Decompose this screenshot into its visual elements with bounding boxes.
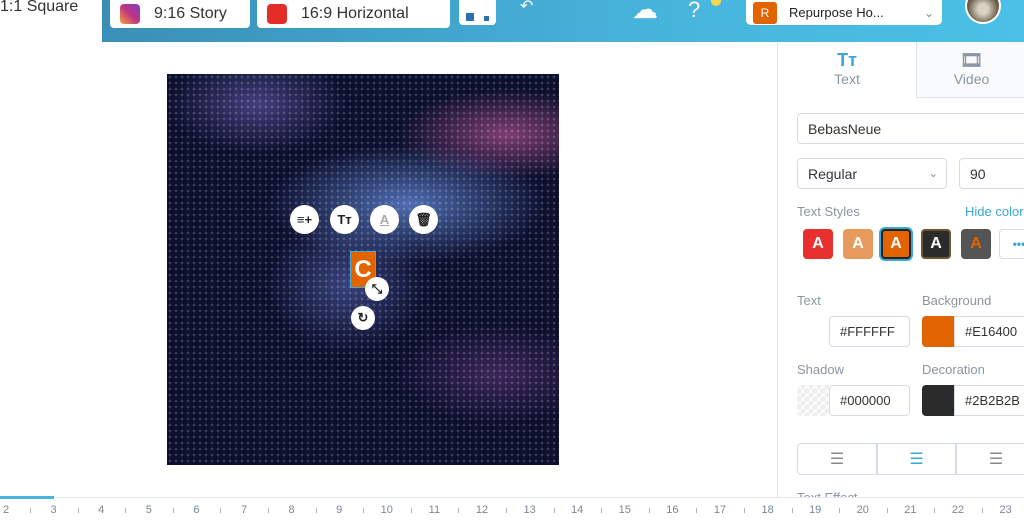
- text-style-red[interactable]: A: [803, 229, 833, 259]
- font-weight-select[interactable]: Regular ⌄: [797, 158, 947, 189]
- ruler-tick: [506, 508, 507, 513]
- ruler-tick: [601, 508, 603, 513]
- align-left-button[interactable]: ☰: [797, 443, 877, 475]
- ruler-tick: [553, 508, 555, 513]
- project-avatar: R: [753, 1, 777, 24]
- ruler-label: 2: [2, 504, 10, 516]
- ruler-label: 20: [856, 504, 869, 516]
- background-swatch[interactable]: [922, 316, 954, 347]
- decoration-swatch[interactable]: [922, 385, 954, 416]
- help-icon[interactable]: ?: [688, 0, 700, 23]
- ruler-label: 23: [999, 504, 1012, 516]
- ruler-label: 22: [951, 504, 965, 516]
- playhead-progress: [0, 496, 54, 499]
- ruler-label: 3: [50, 504, 57, 516]
- ruler-tick: [791, 508, 793, 513]
- text-color-label: Text: [797, 293, 821, 308]
- ruler-tick: [839, 508, 841, 513]
- ruler-tick: [458, 508, 460, 513]
- align-center-button[interactable]: ☰: [877, 443, 956, 475]
- ruler-label: 21: [904, 504, 917, 516]
- ruler-label: 6: [193, 504, 200, 516]
- ruler-label: 4: [98, 504, 105, 516]
- text-style-dark[interactable]: A: [921, 229, 951, 259]
- text-style-transparent[interactable]: A: [961, 229, 991, 259]
- ruler-label: 18: [761, 504, 774, 516]
- ruler-tick: [30, 508, 31, 513]
- project-selector[interactable]: R Repurpose Ho... ⌄: [746, 0, 942, 25]
- decoration-label: Decoration: [922, 362, 985, 377]
- tab-1-1-square[interactable]: 1:1 Square: [0, 0, 78, 16]
- text-styles-label: Text Styles: [797, 204, 860, 219]
- ruler-tick: [363, 508, 365, 513]
- hide-colors-link[interactable]: Hide colors: [965, 204, 1024, 219]
- rotate-icon[interactable]: ↻: [351, 306, 375, 330]
- ruler-tick: [125, 508, 127, 513]
- text-style-orange-selected[interactable]: A: [881, 229, 911, 259]
- ruler-tick: [410, 508, 412, 513]
- background-label: Background: [922, 293, 992, 308]
- ruler-label: 13: [523, 504, 536, 516]
- fit-screen-button[interactable]: [459, 0, 496, 25]
- ruler-label: 19: [809, 504, 822, 516]
- ruler-tick: [886, 508, 888, 513]
- ruler-label: 16: [666, 504, 679, 516]
- ruler-tick: [77, 508, 79, 513]
- ruler-label: 5: [145, 504, 152, 516]
- ruler-tick: [696, 508, 698, 513]
- ruler-label: 17: [713, 504, 727, 516]
- ruler-label: 9: [336, 504, 343, 516]
- text-icon: Tт: [837, 50, 857, 70]
- ruler-tick: [982, 508, 983, 513]
- ruler-label: 15: [618, 504, 631, 516]
- shadow-swatch[interactable]: [797, 385, 829, 416]
- ruler-tick: [220, 508, 222, 513]
- ruler-tick: [172, 508, 174, 513]
- align-right-button[interactable]: ☰: [956, 443, 1024, 475]
- instagram-icon: [120, 4, 140, 24]
- top-bar: 1:1 Square 9:16 Story 16:9 Horizontal ↶ …: [0, 0, 1024, 42]
- font-size-select[interactable]: 90: [959, 158, 1024, 189]
- ruler-tick: [268, 508, 269, 513]
- decoration-color-input[interactable]: #2B2B2B: [954, 385, 1024, 416]
- chevron-down-icon: ⌄: [923, 5, 934, 20]
- ruler-label: 12: [475, 504, 489, 516]
- ruler-tick: [934, 508, 936, 513]
- ruler-label: 7: [240, 504, 248, 516]
- tab-9-16-story[interactable]: 9:16 Story: [110, 0, 250, 28]
- add-lines-icon[interactable]: ≡+: [290, 205, 319, 234]
- trash-icon[interactable]: 🗑: [409, 205, 438, 234]
- tab-text[interactable]: Tт Text: [778, 42, 916, 98]
- text-color-icon[interactable]: A: [370, 205, 399, 234]
- ruler-label: 11: [428, 504, 441, 516]
- ruler-tick: [744, 508, 745, 513]
- chevron-down-icon: ⌄: [928, 168, 938, 180]
- timeline-ruler[interactable]: 2 3 4 5 6 7 8 9 10 11 12 13 14 15 16 17 18 19 20 21 22 23: [0, 496, 1024, 526]
- properties-panel: Tт Text 🎞 Video BebasNeue Regular ⌄ 90 Text…: [777, 42, 1024, 505]
- ruler-label: 14: [571, 504, 584, 516]
- ruler-label: 8: [288, 504, 295, 516]
- resize-handle-icon[interactable]: ⤡: [365, 277, 389, 301]
- more-styles-button[interactable]: •••: [999, 229, 1024, 259]
- undo-icon[interactable]: ↶: [520, 0, 533, 16]
- ruler-tick: [648, 508, 650, 513]
- tab-video[interactable]: 🎞 Video: [916, 42, 1024, 98]
- tab-16-9-horizontal[interactable]: 16:9 Horizontal: [257, 0, 450, 28]
- shadow-color-input[interactable]: #000000: [829, 385, 910, 416]
- youtube-icon: [267, 4, 287, 24]
- ruler-tick: [315, 508, 317, 513]
- background-color-input[interactable]: #E16400: [954, 316, 1024, 347]
- text-color-input[interactable]: #FFFFFF: [829, 316, 910, 347]
- cloud-save-icon[interactable]: ☁: [632, 0, 658, 25]
- shadow-label: Shadow: [797, 362, 844, 377]
- text-style-orange-pattern[interactable]: A: [843, 229, 873, 259]
- film-icon: 🎞: [960, 50, 983, 70]
- text-size-icon[interactable]: Tт: [330, 205, 359, 234]
- ruler-label: 10: [380, 504, 393, 516]
- font-family-select[interactable]: BebasNeue: [797, 113, 1024, 144]
